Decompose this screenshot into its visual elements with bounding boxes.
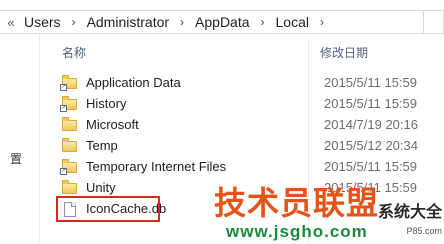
breadcrumb-separator-icon[interactable]: › xyxy=(63,15,85,29)
breadcrumb-users[interactable]: Users xyxy=(22,14,63,30)
navigation-pane[interactable]: 置 xyxy=(0,34,40,244)
list-item[interactable]: Microsoft 2014/7/19 20:16 xyxy=(52,114,444,135)
column-header-name[interactable]: 名称 xyxy=(62,44,86,61)
list-item[interactable]: ↗ Temporary Internet Files 2015/5/11 15:… xyxy=(52,156,444,177)
address-bar[interactable]: « Users › Administrator › AppData › Loca… xyxy=(0,10,424,34)
folder-shortcut-icon: ↗ xyxy=(60,158,80,175)
navigation-pane-label: 置 xyxy=(10,152,23,166)
list-item[interactable]: ↗ Application Data 2015/5/11 15:59 xyxy=(52,72,444,93)
breadcrumb-appdata[interactable]: AppData xyxy=(193,14,251,30)
folder-shortcut-icon: ↗ xyxy=(60,74,80,91)
watermark-url: www.jsgho.com xyxy=(226,222,368,241)
list-item[interactable]: ↗ History 2015/5/11 15:59 xyxy=(52,93,444,114)
folder-icon xyxy=(60,179,80,196)
item-date: 2015/5/11 15:59 xyxy=(324,75,418,90)
item-date: 2014/7/19 20:16 xyxy=(324,117,418,132)
list-item[interactable]: Unity 2015/5/11 15:59 xyxy=(52,177,444,198)
breadcrumb-separator-icon[interactable]: › xyxy=(252,15,274,29)
breadcrumb-separator-icon[interactable]: › xyxy=(171,15,193,29)
item-date: 2015/5/12 20:34 xyxy=(324,138,418,153)
column-header-date-modified[interactable]: 修改日期 xyxy=(320,44,368,61)
address-bar-end xyxy=(424,10,444,34)
folder-shortcut-icon: ↗ xyxy=(60,95,80,112)
watermark-small-text: P85.com xyxy=(406,226,442,236)
item-date: 2015/5/11 15:59 xyxy=(324,96,418,111)
item-name: Unity xyxy=(86,180,116,195)
item-date: 2015/5/11 15:59 xyxy=(324,180,418,195)
highlight-box xyxy=(56,196,160,222)
item-name: Microsoft xyxy=(86,117,139,132)
address-overflow-icon[interactable]: « xyxy=(0,15,22,30)
item-name: Temporary Internet Files xyxy=(86,159,227,174)
item-date: 2015/5/11 15:59 xyxy=(324,159,418,174)
item-name: Application Data xyxy=(86,75,181,90)
folder-icon xyxy=(60,116,80,133)
item-name: Temp xyxy=(86,138,118,153)
explorer-window: « Users › Administrator › AppData › Loca… xyxy=(0,0,444,244)
breadcrumb-local[interactable]: Local xyxy=(274,14,311,30)
breadcrumb-administrator[interactable]: Administrator xyxy=(85,14,171,30)
breadcrumb-separator-icon[interactable]: › xyxy=(311,15,333,29)
folder-icon xyxy=(60,137,80,154)
item-name: History xyxy=(86,96,127,111)
list-item[interactable]: Temp 2015/5/12 20:34 xyxy=(52,135,444,156)
